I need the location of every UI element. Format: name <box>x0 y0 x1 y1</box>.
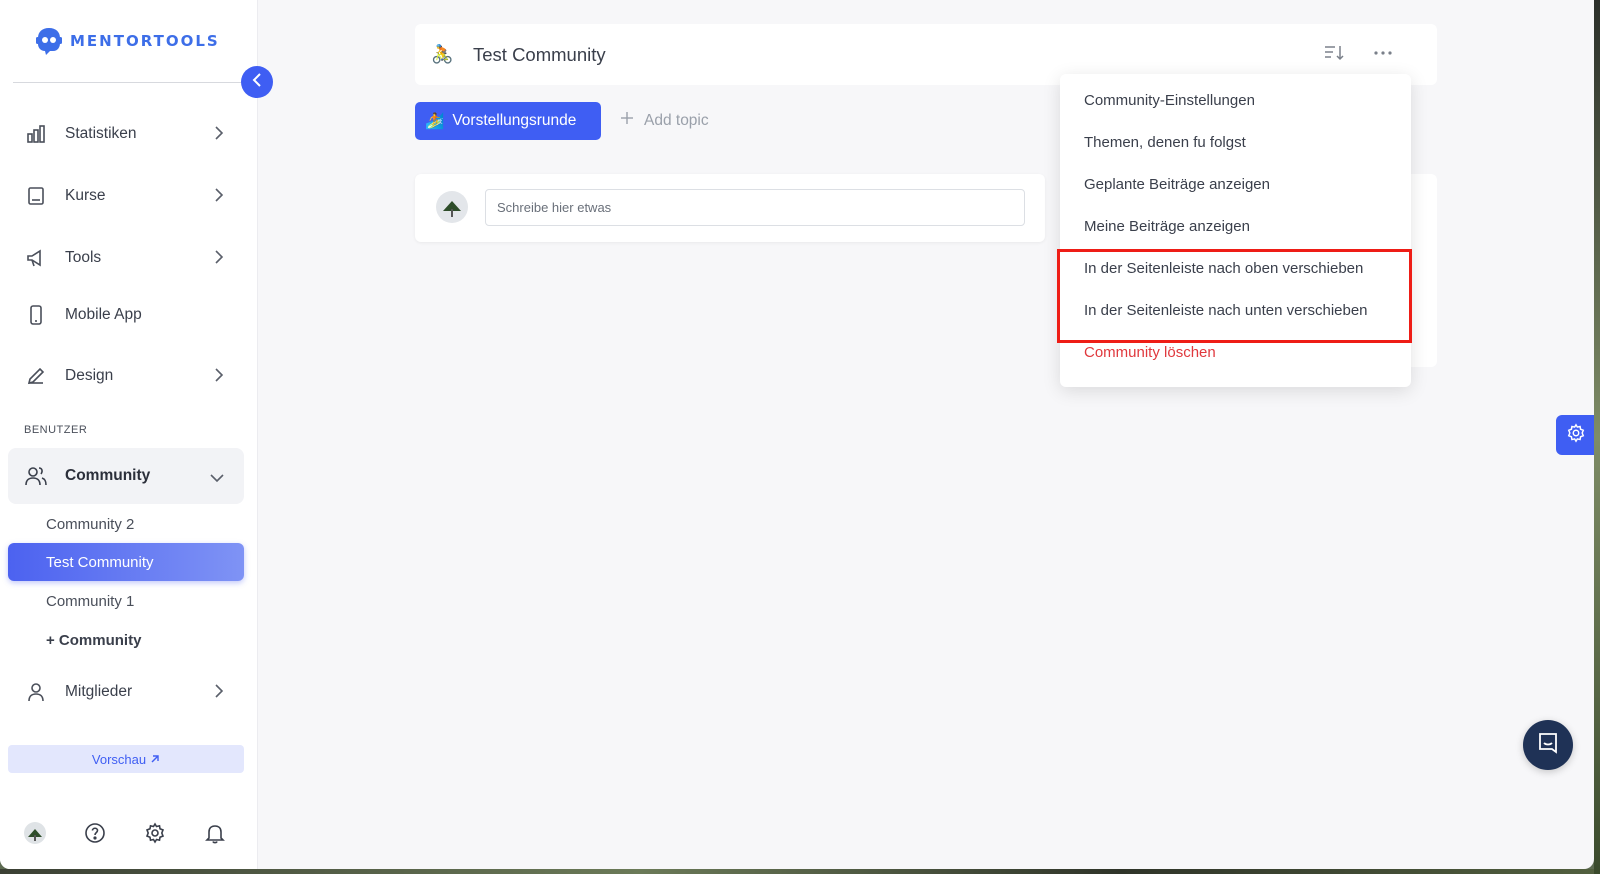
desktop-background <box>0 869 1600 874</box>
logo-text: MENTORTOOLS <box>70 32 220 50</box>
avatar <box>436 191 468 223</box>
pencil-icon <box>25 365 47 387</box>
chevron-right-icon <box>214 188 224 207</box>
sidebar-item-statistiken[interactable]: Statistiken <box>8 106 244 162</box>
sidebar-item-design[interactable]: Design <box>8 348 244 404</box>
chat-icon <box>1536 731 1560 760</box>
users-icon <box>25 465 47 487</box>
robot-logo-icon <box>34 26 64 56</box>
sidebar-item-tools[interactable]: Tools <box>8 230 244 286</box>
gear-icon[interactable] <box>144 822 166 844</box>
chevron-right-icon <box>214 368 224 387</box>
sidebar-subitem-test-community[interactable]: Test Community <box>8 543 244 581</box>
sidebar-subitem-community-1[interactable]: Community 1 <box>8 582 244 620</box>
sidebar-item-community[interactable]: Community <box>8 448 244 504</box>
bar-chart-icon <box>25 123 47 145</box>
sidebar-subitem-community-2[interactable]: Community 2 <box>8 505 244 543</box>
app-window: MENTORTOOLS Statistiken Kurse Tools Mobi… <box>0 0 1594 869</box>
more-options-icon[interactable] <box>1373 43 1393 68</box>
preview-label: Vorschau <box>91 751 147 767</box>
sidebar-item-label: Statistiken <box>65 125 137 142</box>
post-input[interactable]: Schreibe hier etwas <box>485 189 1025 226</box>
user-icon <box>25 681 47 703</box>
menu-item-community-settings[interactable]: Community-Einstellungen <box>1084 92 1255 109</box>
community-emoji: 🚴 <box>431 44 454 64</box>
logo[interactable]: MENTORTOOLS <box>34 26 220 56</box>
sort-icon[interactable] <box>1323 43 1345 68</box>
bell-icon[interactable] <box>204 822 226 844</box>
menu-item-scheduled-posts[interactable]: Geplante Beiträge anzeigen <box>1084 176 1270 193</box>
chevron-down-icon <box>210 470 224 488</box>
menu-item-delete-community[interactable]: Community löschen <box>1084 344 1216 361</box>
preview-button[interactable]: Vorschau <box>8 745 244 773</box>
chat-launcher-button[interactable] <box>1523 720 1573 770</box>
topic-emoji: 🏄 <box>425 112 445 130</box>
sidebar-divider <box>13 82 241 83</box>
menu-item-followed-topics[interactable]: Themen, denen fu folgst <box>1084 134 1246 151</box>
sidebar: MENTORTOOLS Statistiken Kurse Tools Mobi… <box>0 0 258 869</box>
add-community-button[interactable]: + Community <box>8 621 244 659</box>
sidebar-item-label: Kurse <box>65 187 106 204</box>
chevron-left-icon <box>252 72 262 92</box>
plus-icon <box>620 111 634 130</box>
gear-icon <box>1566 422 1586 448</box>
book-icon <box>25 185 47 207</box>
sidebar-item-mobile-app[interactable]: Mobile App <box>8 287 244 343</box>
sidebar-item-label: Mobile App <box>65 306 142 323</box>
menu-item-move-up[interactable]: In der Seitenleiste nach oben verschiebe… <box>1084 260 1363 277</box>
chevron-right-icon <box>214 684 224 703</box>
sidebar-item-label: Design <box>65 367 114 384</box>
chevron-right-icon <box>214 250 224 269</box>
topic-tab-vorstellungsrunde[interactable]: 🏄 Vorstellungsrunde <box>415 102 601 140</box>
desktop-background <box>1594 0 1600 874</box>
sidebar-item-kurse[interactable]: Kurse <box>8 168 244 224</box>
post-composer: Schreibe hier etwas <box>415 174 1045 242</box>
sidebar-bottom-bar <box>24 822 226 844</box>
page-title: Test Community <box>473 43 606 65</box>
avatar[interactable] <box>24 822 46 844</box>
megaphone-icon <box>25 247 47 269</box>
external-link-icon <box>150 752 160 767</box>
collapse-sidebar-button[interactable] <box>241 66 273 98</box>
chevron-right-icon <box>214 126 224 145</box>
floating-settings-button[interactable] <box>1556 415 1594 455</box>
sidebar-item-label: Mitglieder <box>65 683 133 700</box>
sidebar-item-mitglieder[interactable]: Mitglieder <box>8 664 244 720</box>
menu-item-my-posts[interactable]: Meine Beiträge anzeigen <box>1084 218 1250 235</box>
sidebar-item-label: Community <box>65 467 151 484</box>
section-label-benutzer: BENUTZER <box>24 424 88 436</box>
add-topic-label: Add topic <box>644 111 709 129</box>
help-icon[interactable] <box>84 822 106 844</box>
add-topic-button[interactable]: Add topic <box>620 111 709 130</box>
topic-label: Vorstellungsrunde <box>452 112 577 129</box>
smartphone-icon <box>25 304 47 326</box>
menu-item-move-down[interactable]: In der Seitenleiste nach unten verschieb… <box>1084 302 1368 319</box>
community-options-menu: Community-Einstellungen Themen, denen fu… <box>1060 74 1411 387</box>
sidebar-item-label: Tools <box>65 249 102 266</box>
